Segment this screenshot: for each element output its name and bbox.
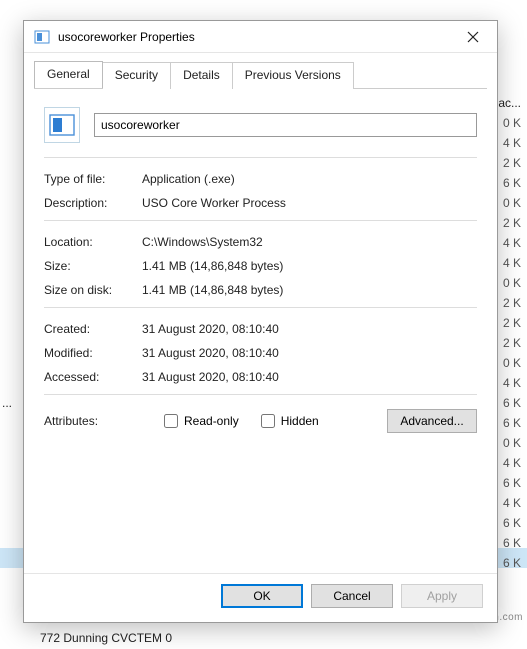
location-label: Location: bbox=[44, 235, 142, 249]
tab-details[interactable]: Details bbox=[170, 62, 233, 89]
dialog-footer: OK Cancel Apply bbox=[24, 573, 497, 622]
bg-cell: 6 K bbox=[503, 556, 521, 570]
tab-security[interactable]: Security bbox=[102, 62, 171, 89]
bg-cell: 6 K bbox=[503, 476, 521, 490]
bg-column-header: ac... bbox=[498, 96, 521, 110]
bg-bottom-row: 772 Dunning CVCTEM 0 bbox=[40, 631, 172, 645]
accessed-value: 31 August 2020, 08:10:40 bbox=[142, 370, 279, 384]
bg-cell: 4 K bbox=[503, 456, 521, 470]
tab-general[interactable]: General bbox=[34, 61, 103, 88]
created-label: Created: bbox=[44, 322, 142, 336]
description-label: Description: bbox=[44, 196, 142, 210]
cancel-button[interactable]: Cancel bbox=[311, 584, 393, 608]
bg-cell: 2 K bbox=[503, 296, 521, 310]
bg-cell: 6 K bbox=[503, 516, 521, 530]
dialog-title: usocoreworker Properties bbox=[58, 30, 453, 44]
bg-cell: 4 K bbox=[503, 256, 521, 270]
hidden-label-text: Hidden bbox=[281, 414, 319, 428]
separator bbox=[44, 394, 477, 395]
hidden-input[interactable] bbox=[261, 414, 275, 428]
bg-cell: 4 K bbox=[503, 376, 521, 390]
bg-cell: 2 K bbox=[503, 156, 521, 170]
bg-cell: 0 K bbox=[503, 356, 521, 370]
bg-ellipsis: ... bbox=[2, 396, 12, 410]
apply-button: Apply bbox=[401, 584, 483, 608]
bg-cell: 6 K bbox=[503, 396, 521, 410]
accessed-label: Accessed: bbox=[44, 370, 142, 384]
size-label: Size: bbox=[44, 259, 142, 273]
ok-button[interactable]: OK bbox=[221, 584, 303, 608]
tab-strip: General Security Details Previous Versio… bbox=[24, 53, 497, 88]
readonly-checkbox[interactable]: Read-only bbox=[164, 414, 239, 428]
tab-previous-versions[interactable]: Previous Versions bbox=[232, 62, 354, 89]
separator bbox=[44, 220, 477, 221]
close-icon bbox=[467, 31, 479, 43]
bg-cell: 6 K bbox=[503, 416, 521, 430]
type-value: Application (.exe) bbox=[142, 172, 235, 186]
attributes-label: Attributes: bbox=[44, 414, 142, 428]
description-value: USO Core Worker Process bbox=[142, 196, 286, 210]
app-file-icon bbox=[34, 29, 50, 45]
modified-value: 31 August 2020, 08:10:40 bbox=[142, 346, 279, 360]
created-value: 31 August 2020, 08:10:40 bbox=[142, 322, 279, 336]
close-button[interactable] bbox=[453, 23, 493, 51]
bg-cell: 4 K bbox=[503, 136, 521, 150]
bg-cell: 2 K bbox=[503, 336, 521, 350]
size-on-disk-value: 1.41 MB (14,86,848 bytes) bbox=[142, 283, 283, 297]
bg-cell: 6 K bbox=[503, 176, 521, 190]
titlebar: usocoreworker Properties bbox=[24, 21, 497, 53]
readonly-label-text: Read-only bbox=[184, 414, 239, 428]
bg-cell: 6 K bbox=[503, 536, 521, 550]
size-value: 1.41 MB (14,86,848 bytes) bbox=[142, 259, 283, 273]
advanced-button[interactable]: Advanced... bbox=[387, 409, 477, 433]
readonly-input[interactable] bbox=[164, 414, 178, 428]
bg-cell: 4 K bbox=[503, 236, 521, 250]
separator bbox=[44, 157, 477, 158]
file-name-input[interactable] bbox=[94, 113, 477, 137]
bg-cell: 4 K bbox=[503, 496, 521, 510]
modified-label: Modified: bbox=[44, 346, 142, 360]
bg-cell: 0 K bbox=[503, 276, 521, 290]
type-label: Type of file: bbox=[44, 172, 142, 186]
properties-dialog: usocoreworker Properties General Securit… bbox=[23, 20, 498, 623]
bg-cell: 0 K bbox=[503, 436, 521, 450]
bg-cell: 0 K bbox=[503, 116, 521, 130]
bg-cell: 2 K bbox=[503, 216, 521, 230]
size-on-disk-label: Size on disk: bbox=[44, 283, 142, 297]
location-value: C:\Windows\System32 bbox=[142, 235, 263, 249]
bg-cell: 0 K bbox=[503, 196, 521, 210]
tab-content-general: Type of file: Application (.exe) Descrip… bbox=[24, 89, 497, 573]
hidden-checkbox[interactable]: Hidden bbox=[261, 414, 319, 428]
separator bbox=[44, 307, 477, 308]
bg-cell: 2 K bbox=[503, 316, 521, 330]
file-type-icon bbox=[44, 107, 80, 143]
